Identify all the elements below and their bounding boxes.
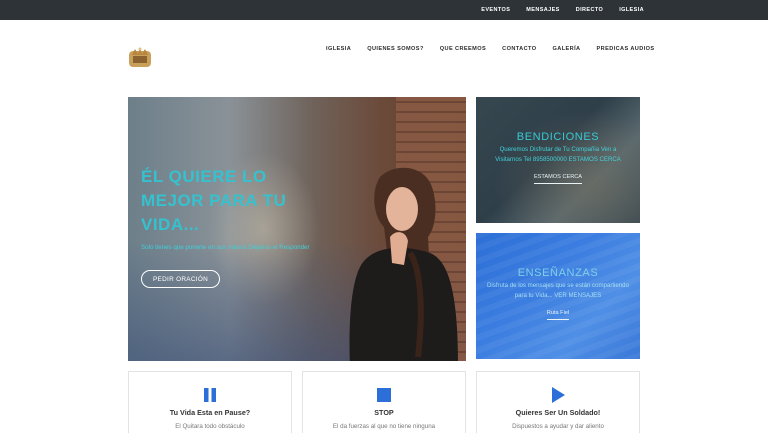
card-ensenanzas-title: ENSEÑANZAS [517,267,599,279]
feature-stop-title: STOP [374,408,394,417]
feature-play-title: Quieres Ser Un Soldado! [515,408,601,417]
play-icon [552,387,565,403]
feature-pause-title: Tu Vida Esta en Pause? [169,408,251,417]
main-nav: IGLESIA QUIENES SOMOS? QUE CREEMOS CONTA… [326,46,671,52]
hero-subtitle: Solo tienes que ponerte en sus manos Déj… [141,244,310,251]
top-nav-eventos[interactable]: EVENTOS [481,7,510,13]
feature-box-stop: STOP El da fuerzas al que no tiene ningu… [302,371,466,433]
nav-quienes-somos[interactable]: QUIENES SOMOS? [367,46,424,52]
feature-box-pause: Tu Vida Esta en Pause? El Quitara todo o… [128,371,292,433]
card-bendiciones-link[interactable]: ESTAMOS CERCA [533,174,583,184]
hero-banner: ÉL QUIERE LO MEJOR PARA TU VIDA... Solo … [128,97,466,361]
feature-box-play: Quieres Ser Un Soldado! Dispuestos a ayu… [476,371,640,433]
praying-woman-image [349,167,458,361]
pedir-oracion-button[interactable]: PEDIR ORACIÓN [141,270,220,288]
card-bendiciones[interactable]: BENDICIONES Queremos Disfrutar de Tu Com… [476,97,640,223]
nav-iglesia[interactable]: IGLESIA [326,46,351,52]
card-bendiciones-title: BENDICIONES [516,131,600,143]
feature-play-text: Dispuestos a ayudar y dar aliento [512,423,604,430]
stop-icon [377,388,391,402]
card-ensenanzas-link[interactable]: Ruta Fiel [546,310,570,320]
top-bar: EVENTOS MENSAJES DIRECTO IGLESIA [0,0,768,20]
card-ensenanzas[interactable]: ENSEÑANZAS Disfruta de los mensajes que … [476,233,640,359]
hero-title: ÉL QUIERE LO MEJOR PARA TU VIDA... [141,167,287,234]
nav-predicas-audios[interactable]: PREDICAS AUDIOS [597,46,655,52]
pause-icon [204,388,216,402]
card-bendiciones-text: Queremos Disfrutar de Tu Compañia Ven a … [495,146,621,163]
feature-stop-text: El da fuerzas al que no tiene ninguna [332,423,436,430]
nav-que-creemos[interactable]: QUE CREEMOS [440,46,486,52]
nav-galeria[interactable]: GALERÍA [553,46,581,52]
top-nav-iglesia[interactable]: IGLESIA [619,7,644,13]
top-nav: EVENTOS MENSAJES DIRECTO IGLESIA [465,0,644,20]
top-nav-mensajes[interactable]: MENSAJES [526,7,559,13]
nav-contacto[interactable]: CONTACTO [502,46,536,52]
feature-pause-text: El Quitara todo obstáculo [175,423,245,430]
crown-logo-icon[interactable] [127,45,153,69]
card-ensenanzas-text: Disfruta de los mensajes que se están co… [487,282,629,299]
top-nav-directo[interactable]: DIRECTO [576,7,603,13]
